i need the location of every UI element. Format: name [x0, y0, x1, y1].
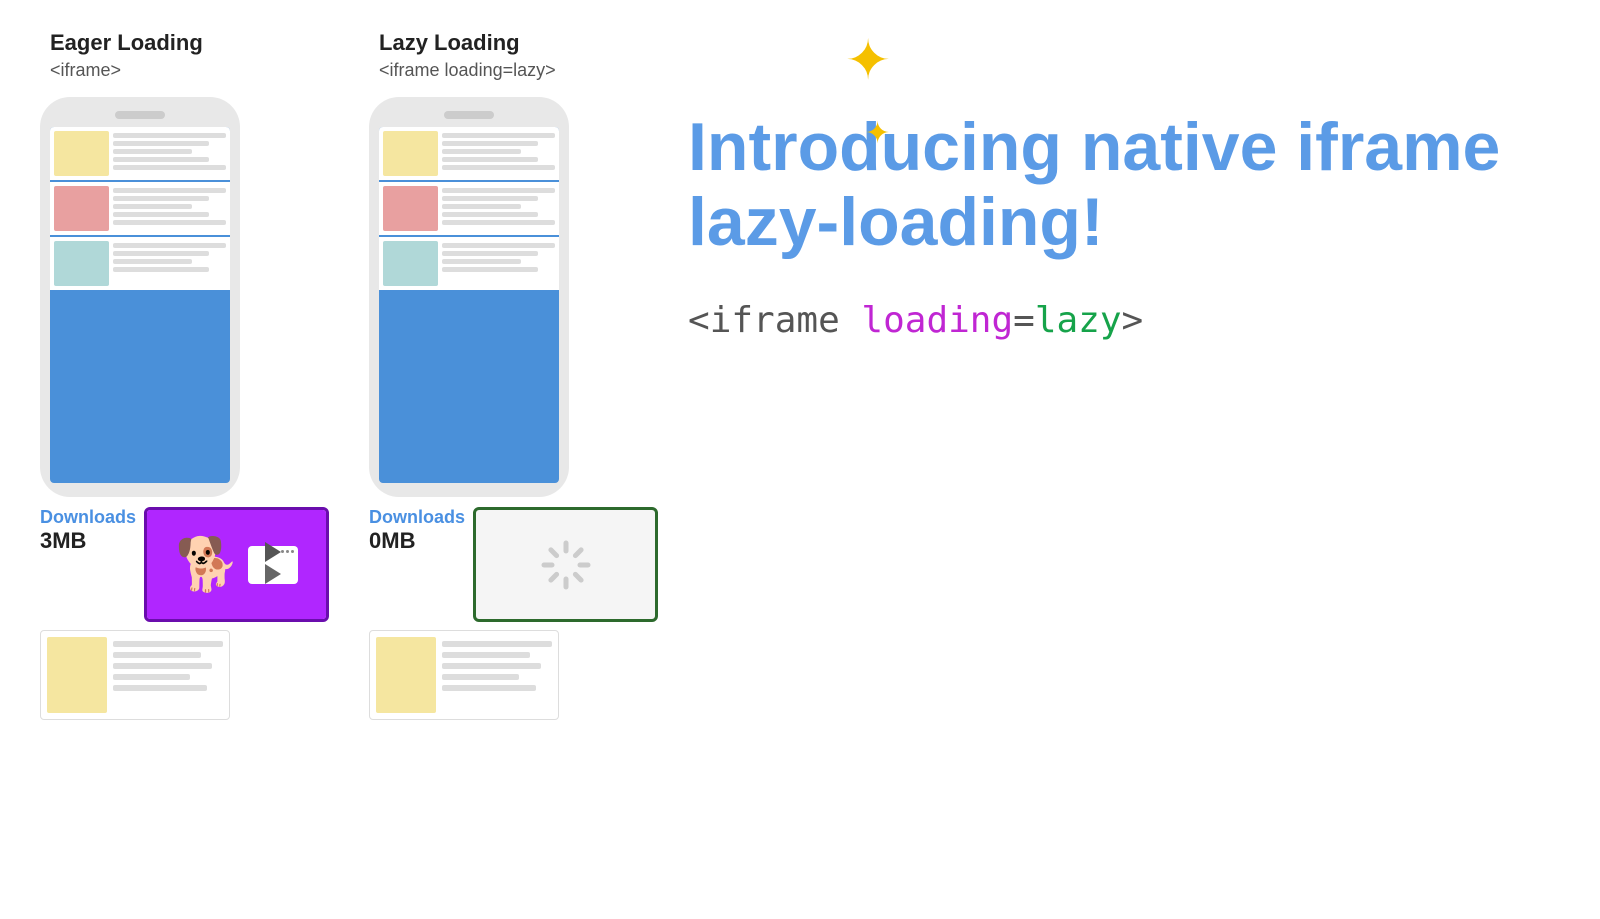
eager-card-3: [50, 237, 230, 290]
eager-card-1-image: [54, 131, 109, 176]
eager-below-fold-card: [40, 630, 230, 720]
lazy-content-box: [473, 507, 658, 622]
lazy-downloads-label: Downloads: [369, 507, 465, 528]
eager-phone-screen: [50, 127, 230, 483]
lazy-card-1: [379, 127, 559, 180]
lazy-loading-section: Lazy Loading <iframe loading=lazy>: [369, 30, 658, 720]
code-loading-attr: loading: [861, 300, 1013, 341]
lazy-card-3-image: [383, 241, 438, 286]
eager-iframe-preview: 🐕: [147, 510, 326, 619]
code-example: <iframe loading = lazy >: [688, 300, 1560, 341]
lazy-card-1-lines: [442, 131, 555, 170]
eager-below-lines: [113, 637, 223, 713]
lazy-card-2-image: [383, 186, 438, 231]
sparkle-decoration: ✦✦: [845, 28, 891, 156]
intro-title: Introducing native iframe lazy-loading!: [688, 110, 1560, 260]
video-dots: [281, 550, 294, 553]
play-button-icon: [265, 564, 281, 584]
lazy-card-3: [379, 237, 559, 290]
lazy-below-lines: [442, 637, 552, 713]
lazy-phone-screen: [379, 127, 559, 483]
eager-downloads-size: 3MB: [40, 528, 86, 554]
phone-notch: [115, 111, 165, 119]
lazy-card-3-lines: [442, 241, 555, 272]
loading-spinner-icon: [536, 535, 596, 595]
video-player-icon: [248, 546, 298, 584]
eager-bottom-area: Downloads 3MB 🐕: [40, 507, 329, 622]
eager-card-3-image: [54, 241, 109, 286]
lazy-below-image: [376, 637, 436, 713]
eager-section-header: Eager Loading <iframe>: [40, 30, 203, 97]
lazy-downloads-info: Downloads 0MB: [369, 507, 465, 554]
eager-card-1-lines: [113, 131, 226, 170]
eager-below-image: [47, 637, 107, 713]
intro-section: Introducing native iframe lazy-loading! …: [658, 30, 1560, 341]
lazy-card-2-lines: [442, 186, 555, 225]
sparkle-icon: ✦✦: [845, 29, 891, 155]
dog-icon: 🐕: [175, 534, 240, 595]
eager-card-1: [50, 127, 230, 180]
code-lazy-value: lazy: [1035, 300, 1122, 341]
lazy-below-fold-card: [369, 630, 559, 720]
lazy-phone-notch: [444, 111, 494, 119]
code-equals: =: [1013, 300, 1035, 341]
eager-title: Eager Loading: [50, 30, 203, 56]
main-container: ✦✦ Eager Loading <iframe>: [0, 0, 1600, 919]
eager-card-3-lines: [113, 241, 226, 272]
eager-card-2-lines: [113, 186, 226, 225]
lazy-downloads-size: 0MB: [369, 528, 415, 554]
eager-subtitle: <iframe>: [50, 60, 203, 81]
eager-content-box: 🐕: [144, 507, 329, 622]
lazy-section-header: Lazy Loading <iframe loading=lazy>: [369, 30, 556, 97]
lazy-subtitle: <iframe loading=lazy>: [379, 60, 556, 81]
code-iframe-tag: <iframe: [688, 300, 861, 341]
eager-card-2: [50, 182, 230, 235]
lazy-card-2: [379, 182, 559, 235]
eager-card-2-image: [54, 186, 109, 231]
lazy-bottom-area: Downloads 0MB: [369, 507, 658, 622]
eager-downloads-label: Downloads: [40, 507, 136, 528]
eager-phone-mockup: [40, 97, 240, 497]
eager-loading-section: Eager Loading <iframe>: [40, 30, 329, 720]
lazy-card-1-image: [383, 131, 438, 176]
code-closing-tag: >: [1122, 300, 1144, 341]
lazy-iframe-preview: [476, 510, 655, 619]
lazy-phone-mockup: [369, 97, 569, 497]
lazy-title: Lazy Loading: [379, 30, 556, 56]
eager-downloads-info: Downloads 3MB: [40, 507, 136, 554]
